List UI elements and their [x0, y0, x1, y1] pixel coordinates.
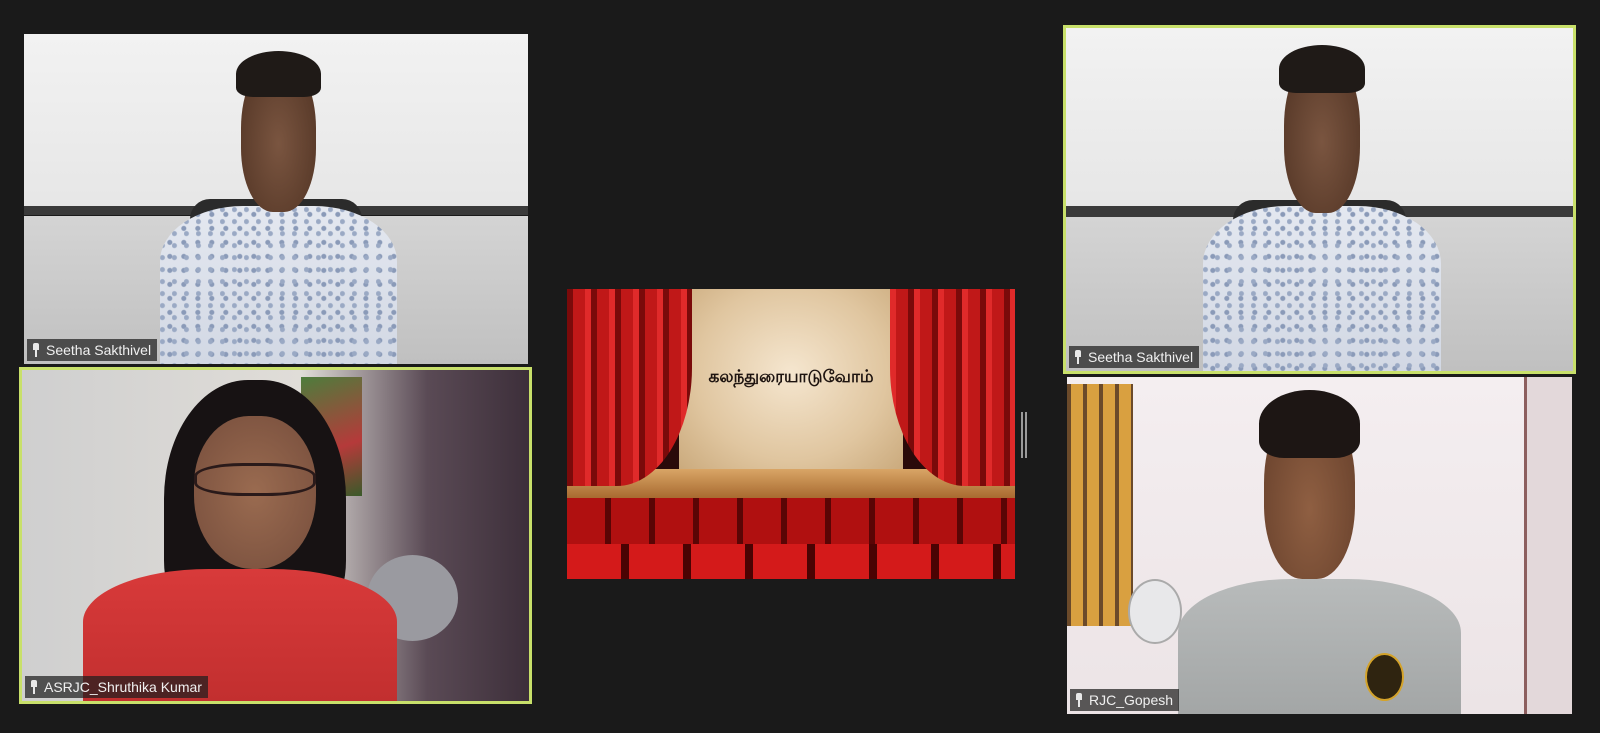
video-tile-shruthika[interactable]: ASRJC_Shruthika Kumar — [19, 367, 532, 704]
video-feed — [22, 370, 529, 701]
splitter-handle[interactable] — [1021, 412, 1027, 458]
participant-name-label: RJC_Gopesh — [1070, 689, 1180, 711]
video-tile-seetha-left[interactable]: Seetha Sakthivel — [24, 34, 528, 364]
participant-name-label: Seetha Sakthivel — [27, 339, 158, 361]
participant-name: ASRJC_Shruthika Kumar — [44, 679, 202, 695]
pin-icon — [1073, 350, 1083, 364]
participant-name-label: Seetha Sakthivel — [1069, 346, 1200, 368]
video-feed — [1066, 28, 1573, 371]
participant-name-label: ASRJC_Shruthika Kumar — [25, 676, 208, 698]
pin-icon — [29, 680, 39, 694]
pin-icon — [31, 343, 41, 357]
video-tile-gopesh[interactable]: RJC_Gopesh — [1067, 377, 1572, 714]
pin-icon — [1074, 693, 1084, 707]
participant-name: Seetha Sakthivel — [46, 342, 152, 358]
screen-share[interactable]: கலந்துரையாடுவோம் — [567, 289, 1015, 579]
slide-content: கலந்துரையாடுவோம் — [567, 289, 1015, 579]
participant-name: Seetha Sakthivel — [1088, 349, 1194, 365]
video-feed — [24, 34, 528, 364]
participant-name: RJC_Gopesh — [1089, 692, 1174, 708]
video-tile-seetha-right[interactable]: Seetha Sakthivel — [1063, 25, 1576, 374]
video-feed — [1067, 377, 1572, 714]
slide-title: கலந்துரையாடுவோம் — [708, 367, 874, 388]
